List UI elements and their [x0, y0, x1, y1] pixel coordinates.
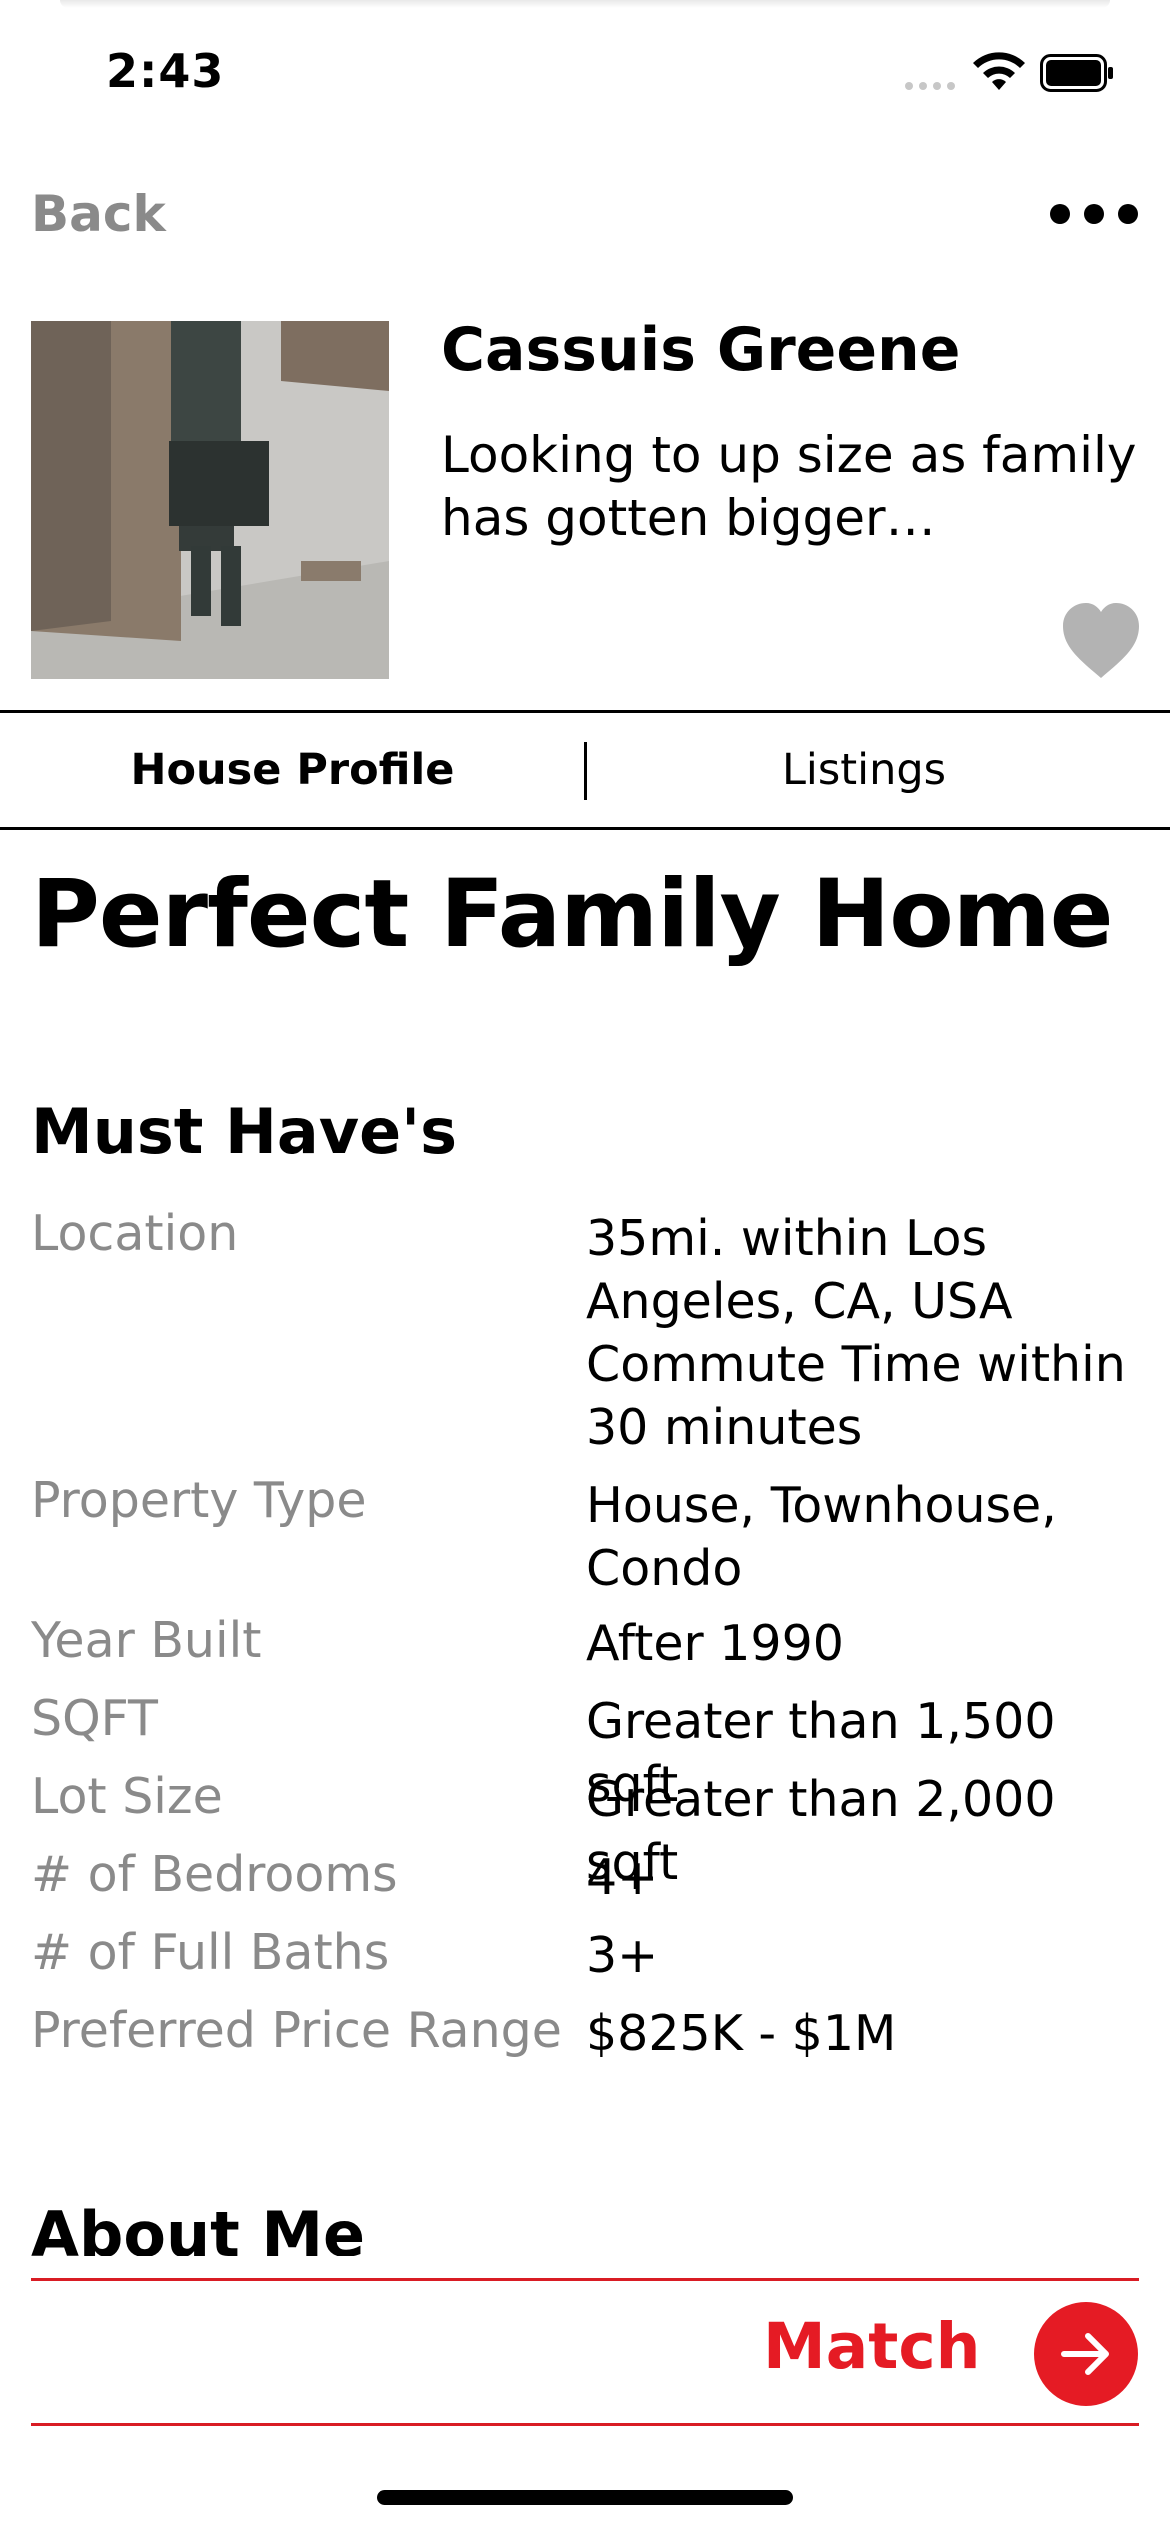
status-time: 2:43 [106, 44, 225, 98]
row-label-full-baths: # of Full Baths [31, 1924, 390, 1981]
row-value-full-baths: 3+ [586, 1927, 659, 1984]
match-label[interactable]: Match [763, 2310, 981, 2383]
profile-bio: Looking to up size as family has gotten … [441, 426, 1137, 547]
tab-house-profile[interactable]: House Profile [0, 713, 585, 827]
tab-listings[interactable]: Listings [585, 713, 1143, 827]
profile-photo [31, 321, 389, 679]
back-button[interactable]: Back [31, 185, 166, 243]
match-button[interactable] [1034, 2302, 1138, 2406]
top-shadow [60, 0, 1110, 8]
row-value-year-built: After 1990 [586, 1615, 844, 1672]
row-label-bedrooms: # of Bedrooms [31, 1846, 398, 1903]
arrow-right-icon [1061, 2333, 1109, 2375]
tab-divider [584, 742, 587, 800]
row-label-location: Location [31, 1205, 239, 1262]
wifi-icon [973, 52, 1025, 90]
profile-name: Cassuis Greene [441, 315, 961, 385]
cellular-signal-icon [905, 82, 955, 90]
row-value-location: 35mi. within Los Angeles, CA, USA Commut… [586, 1210, 1126, 1456]
more-icon[interactable] [1050, 204, 1138, 224]
heart-icon[interactable] [1060, 600, 1142, 680]
row-label-property-type: Property Type [31, 1472, 367, 1529]
home-indicator[interactable] [377, 2490, 793, 2505]
about-me-heading: About Me [31, 2198, 366, 2256]
row-value-price-range: $825K - $1M [586, 2005, 897, 2062]
row-value-property-type: House, Townhouse, Condo [586, 1477, 1057, 1597]
must-haves-heading: Must Have's [31, 1095, 458, 1168]
page-title: Perfect Family Home [31, 860, 1114, 969]
row-label-year-built: Year Built [31, 1612, 262, 1669]
row-label-sqft: SQFT [31, 1690, 158, 1747]
row-value-bedrooms: 4+ [586, 1849, 659, 1906]
battery-icon [1040, 54, 1113, 92]
row-label-price-range: Preferred Price Range [31, 2002, 562, 2059]
row-label-lot-size: Lot Size [31, 1768, 223, 1825]
